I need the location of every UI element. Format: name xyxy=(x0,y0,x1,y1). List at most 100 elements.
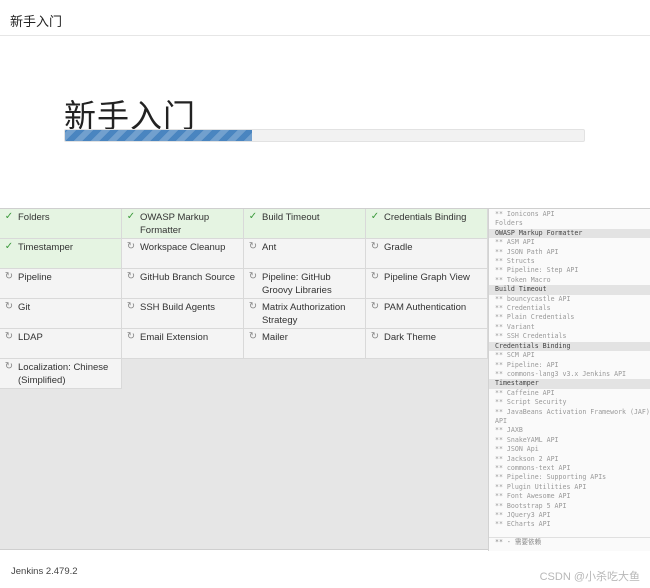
spinner-icon: ↻ xyxy=(4,271,14,282)
plugin-name: PAM Authentication xyxy=(384,302,467,313)
watermark: CSDN @小杀吃大鱼 xyxy=(539,571,640,583)
log-lines: ** Ionicons API Folders OWASP Markup Forma… xyxy=(489,210,650,530)
plugin-name: Pipeline Graph View xyxy=(384,272,470,283)
log-line: ** Caffeine API xyxy=(495,388,555,397)
plugin-item: ↻ Dark Theme xyxy=(366,329,488,359)
version-label: Jenkins 2.479.2 xyxy=(11,566,78,577)
check-icon: ✓ xyxy=(248,211,258,222)
plugin-name: Build Timeout xyxy=(262,212,320,223)
plugin-name: Pipeline: GitHub Groovy Libraries xyxy=(262,272,332,296)
log-line: ** Bootstrap 5 API xyxy=(495,501,567,510)
spinner-icon: ↻ xyxy=(126,241,136,252)
plugin-name: LDAP xyxy=(18,332,43,343)
spinner-icon: ↻ xyxy=(248,241,258,252)
window-title: 新手入门 xyxy=(10,14,63,29)
spinner-icon: ↻ xyxy=(370,241,380,252)
plugin-name: Pipeline xyxy=(18,272,52,283)
log-line: ** Token Macro xyxy=(495,275,551,284)
plugin-item: ↻ Pipeline Graph View xyxy=(366,269,488,299)
log-line: ** Variant xyxy=(495,322,535,331)
log-line: ** Font Awesome API xyxy=(495,492,571,501)
log-section-header: Credentials Binding xyxy=(489,341,650,352)
window-header: 新手入门 xyxy=(0,0,650,36)
log-line: ** Ionicons API xyxy=(495,210,555,218)
plugin-name: Git xyxy=(18,302,31,313)
plugin-name: GitHub Branch Source xyxy=(140,272,236,283)
log-line: ** bouncycastle API xyxy=(495,294,571,303)
log-line: ** SCM API xyxy=(495,351,535,360)
plugin-item: ↻ Mailer xyxy=(244,329,366,359)
plugin-item: ✓ Timestamper xyxy=(0,239,122,269)
log-line: ** ECharts API xyxy=(495,520,551,529)
spinner-icon: ↻ xyxy=(126,301,136,312)
plugin-item: ↻ Workspace Cleanup xyxy=(122,239,244,269)
log-line: ** SSH Credentials xyxy=(495,332,567,341)
log-line: ** JAXB xyxy=(495,426,523,435)
plugin-item: ↻ Matrix Authorization Strategy xyxy=(244,299,366,329)
check-icon: ✓ xyxy=(126,211,136,222)
plugin-name: SSH Build Agents xyxy=(140,302,215,313)
plugin-item: ✓ OWASP Markup Formatter xyxy=(122,209,244,239)
plugin-name: Gradle xyxy=(384,242,413,253)
plugin-item: ↻ Gradle xyxy=(366,239,488,269)
spinner-icon: ↻ xyxy=(370,301,380,312)
page-footer: Jenkins 2.479.2 CSDN @小杀吃大鱼 xyxy=(0,551,650,588)
log-line: ** SnakeYAML API xyxy=(495,435,559,444)
hero-panel: 新手入门 xyxy=(0,37,650,209)
log-line: ** JSON Api xyxy=(495,445,539,454)
plugin-name: Email Extension xyxy=(140,332,209,343)
log-section-header: Timestamper xyxy=(489,379,650,389)
log-line: ** Pipeline: API xyxy=(495,360,559,369)
plugin-item: ↻ Localization: Chinese (Simplified) xyxy=(0,359,122,389)
check-icon: ✓ xyxy=(4,211,14,222)
spinner-icon: ↻ xyxy=(370,331,380,342)
plugin-item: ↻ Ant xyxy=(244,239,366,269)
log-line: Folders xyxy=(495,219,523,228)
plugin-item: ✓ Credentials Binding xyxy=(366,209,488,239)
plugin-name: Timestamper xyxy=(18,242,74,253)
log-section-header: Build Timeout xyxy=(489,285,650,295)
check-icon: ✓ xyxy=(370,211,380,222)
log-line: ** Plain Credentials xyxy=(495,313,575,322)
log-line: ** Plugin Utilities API xyxy=(495,482,587,491)
plugin-name: Ant xyxy=(262,242,277,253)
spinner-icon: ↻ xyxy=(126,331,136,342)
spinner-icon: ↻ xyxy=(4,361,14,372)
log-footer: ** - 需要依赖 xyxy=(489,537,650,547)
log-section-header: OWASP Markup Formatter xyxy=(489,228,650,239)
log-line: ** Credentials xyxy=(495,304,551,313)
log-line: ** Pipeline: Step API xyxy=(495,266,579,275)
spinner-icon: ↻ xyxy=(126,271,136,282)
log-line: ** Jackson 2 API xyxy=(495,454,559,463)
plugin-item: ↻ Email Extension xyxy=(122,329,244,359)
plugin-name: Mailer xyxy=(262,332,288,343)
spinner-icon: ↻ xyxy=(4,301,14,312)
log-line: ** JavaBeans Activation Framework (JAF) xyxy=(495,407,650,416)
log-line: ** commons-lang3 v3.x Jenkins API xyxy=(495,369,627,378)
log-line: ** ASM API xyxy=(495,238,535,247)
plugin-name: Localization: Chinese (Simplified) xyxy=(18,362,109,386)
check-icon: ✓ xyxy=(4,241,14,252)
plugin-item: ↻ Pipeline xyxy=(0,269,122,299)
log-line: ** commons-text API xyxy=(495,463,571,472)
log-line: ** Structs xyxy=(495,257,535,266)
spinner-icon: ↻ xyxy=(370,271,380,282)
plugin-name: Credentials Binding xyxy=(384,212,467,223)
plugin-item: ↻ SSH Build Agents xyxy=(122,299,244,329)
plugin-item: ↻ GitHub Branch Source xyxy=(122,269,244,299)
plugin-item: ↻ Pipeline: GitHub Groovy Libraries xyxy=(244,269,366,299)
log-line: ** Script Security xyxy=(495,398,567,407)
install-log[interactable]: ** Ionicons API Folders OWASP Markup Forma… xyxy=(488,209,650,551)
spinner-icon: ↻ xyxy=(248,331,258,342)
plugin-item: ↻ PAM Authentication xyxy=(366,299,488,329)
log-line: ** Pipeline: Supporting APIs xyxy=(495,473,607,482)
plugin-name: Matrix Authorization Strategy xyxy=(262,302,346,326)
spinner-icon: ↻ xyxy=(248,301,258,312)
progress-fill xyxy=(65,130,252,141)
plugin-item: ↻ LDAP xyxy=(0,329,122,359)
log-line: ** JSON Path API xyxy=(495,247,559,256)
plugin-grid: ✓ Folders ✓ OWASP Markup Formatter ✓ Build Ti… xyxy=(0,209,488,551)
plugin-name: Dark Theme xyxy=(384,332,437,343)
plugin-name: OWASP Markup Formatter xyxy=(140,212,210,236)
spinner-icon: ↻ xyxy=(248,271,258,282)
